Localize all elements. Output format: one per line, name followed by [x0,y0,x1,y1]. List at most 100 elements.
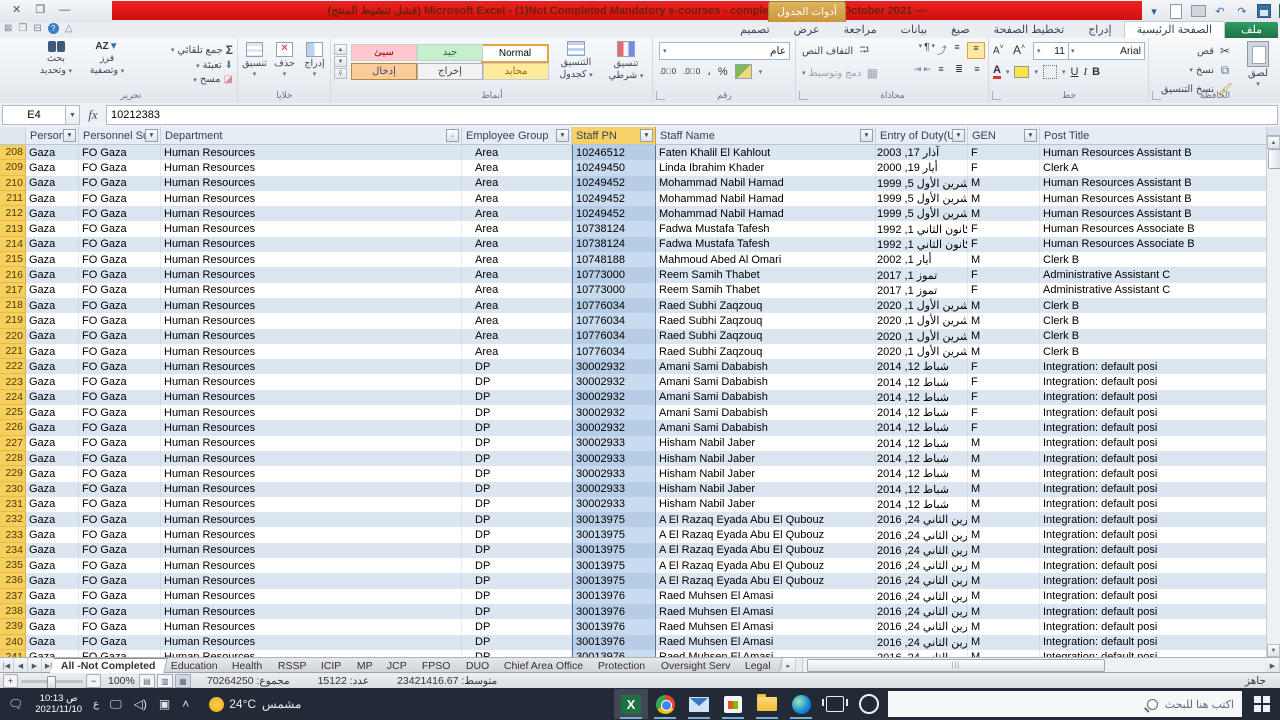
cell[interactable]: Gaza [26,466,79,481]
cell[interactable]: Reem Samih Thabet [656,283,876,298]
cell[interactable]: Integration: default posi [1040,619,1267,634]
filter-dropdown-icon[interactable]: ▼ [860,129,873,142]
cell[interactable]: Gaza [26,543,79,558]
cell[interactable]: Human Resources Assistant B [1040,176,1267,191]
row-header[interactable]: 234 [0,543,26,558]
cell[interactable]: F [968,359,1040,374]
cell[interactable]: M [968,206,1040,221]
cell[interactable]: Human Resources [161,420,462,435]
cell[interactable]: Gaza [26,573,79,588]
cell[interactable]: Gaza [26,451,79,466]
orientation-button[interactable]: ⤴ [937,42,947,59]
cell[interactable]: Raed Subhi Zaqzouq [656,298,876,313]
cell[interactable]: Gaza [26,604,79,619]
cell[interactable]: FO Gaza [79,237,161,252]
cell[interactable]: Gaza [26,635,79,650]
vertical-scroll-thumb[interactable] [1268,149,1280,169]
cell[interactable]: Gaza [26,329,79,344]
cell[interactable]: تشرين الأول 1, 2020 [876,313,968,328]
cell[interactable]: تشرين الأول 1, 2020 [876,329,968,344]
cell[interactable]: تشرين الثاني 24, 2016 [876,650,968,657]
cell[interactable]: Clerk A [1040,160,1267,175]
cell[interactable]: Area [462,329,572,344]
name-box[interactable]: E4 [2,105,66,125]
cell[interactable]: Hisham Nabil Jaber [656,451,876,466]
cell[interactable]: Integration: default posi [1040,482,1267,497]
cell[interactable]: FO Gaza [79,283,161,298]
cell[interactable]: FO Gaza [79,313,161,328]
cell[interactable]: Gaza [26,252,79,267]
cell[interactable]: تشرين الثاني 24, 2016 [876,543,968,558]
cell[interactable]: M [968,252,1040,267]
row-header[interactable]: 226 [0,420,26,435]
fill-color-icon[interactable] [1014,66,1029,78]
cell[interactable]: Gaza [26,512,79,527]
cell[interactable]: F [968,221,1040,236]
collapse-ribbon-icon[interactable]: △ [65,23,73,34]
cell[interactable]: Hisham Nabil Jaber [656,497,876,512]
cell[interactable]: 30002932 [572,405,656,420]
style-input[interactable]: إدخال [351,63,417,80]
percent-style-button[interactable]: % [718,66,728,78]
cell[interactable]: Gaza [26,497,79,512]
weather-sun-icon[interactable] [209,697,224,712]
cortana-icon[interactable] [852,689,886,719]
font-dialog-launcher[interactable] [992,91,1001,100]
column-header[interactable]: Post Title [1040,127,1267,144]
cell[interactable]: 30013976 [572,604,656,619]
row-header[interactable]: 221 [0,344,26,359]
page-break-view-icon[interactable]: ▤ [139,674,155,688]
filter-dropdown-icon[interactable]: ▼ [145,129,158,142]
cell[interactable]: 30002932 [572,420,656,435]
column-header[interactable]: Personn▼ [26,127,79,144]
table-tools-contextual-tab[interactable]: أدوات الجدول [768,1,846,22]
cell[interactable]: Gaza [26,589,79,604]
sheet-tab[interactable]: Education [160,658,229,673]
cell[interactable]: 30002933 [572,497,656,512]
zoom-slider[interactable] [21,680,83,683]
decrease-decimal-button[interactable]: .0⃕0 [683,67,700,76]
cell[interactable]: 10773000 [572,267,656,282]
cell[interactable]: Integration: default posi [1040,451,1267,466]
cell[interactable]: 30002933 [572,482,656,497]
first-sheet-icon[interactable]: |◀ [0,658,14,673]
ribbon-tab[interactable]: إدراج [1076,22,1123,38]
shrink-font-button[interactable]: A˅ [993,44,1004,56]
row-header[interactable]: 235 [0,558,26,573]
cell[interactable]: Human Resources Associate B [1040,237,1267,252]
zoom-out-icon[interactable]: − [86,674,101,688]
cell[interactable]: شباط 12, 2014 [876,390,968,405]
cell[interactable]: Amani Sami Dababish [656,420,876,435]
save-icon[interactable] [1256,4,1272,18]
cell[interactable]: Human Resources [161,191,462,206]
cell[interactable]: M [968,604,1040,619]
weather-temp[interactable]: 24°C [229,697,256,711]
prev-sheet-icon[interactable]: ◀ [14,658,28,673]
alignment-dialog-launcher[interactable] [799,91,808,100]
cell[interactable]: F [968,237,1040,252]
cell[interactable]: M [968,436,1040,451]
zoom-level[interactable]: 100% [108,675,135,687]
cell[interactable]: F [968,267,1040,282]
cell[interactable]: DP [462,405,572,420]
tab-file[interactable]: ملف [1225,22,1278,38]
column-header[interactable]: Employee Group▼ [462,127,572,144]
style-output[interactable]: إخراج [417,63,483,80]
middle-align-button[interactable]: ≡ [967,42,985,59]
increase-indent-button[interactable]: ⇥ [914,64,922,79]
cell[interactable]: Gaza [26,145,79,160]
cell[interactable]: FO Gaza [79,298,161,313]
cell[interactable]: Fadwa Mustafa Tafesh [656,221,876,236]
cell[interactable]: Integration: default posi [1040,436,1267,451]
cell[interactable]: FO Gaza [79,329,161,344]
cell[interactable]: Clerk B [1040,298,1267,313]
cell[interactable]: FO Gaza [79,252,161,267]
cell[interactable]: Human Resources [161,482,462,497]
cell[interactable]: Amani Sami Dababish [656,359,876,374]
cell[interactable]: Gaza [26,420,79,435]
cell[interactable]: M [968,451,1040,466]
cell[interactable]: 10748188 [572,252,656,267]
row-header[interactable]: 241 [0,650,26,657]
cell[interactable]: Hisham Nabil Jaber [656,466,876,481]
vertical-split-handle[interactable] [1267,127,1280,136]
